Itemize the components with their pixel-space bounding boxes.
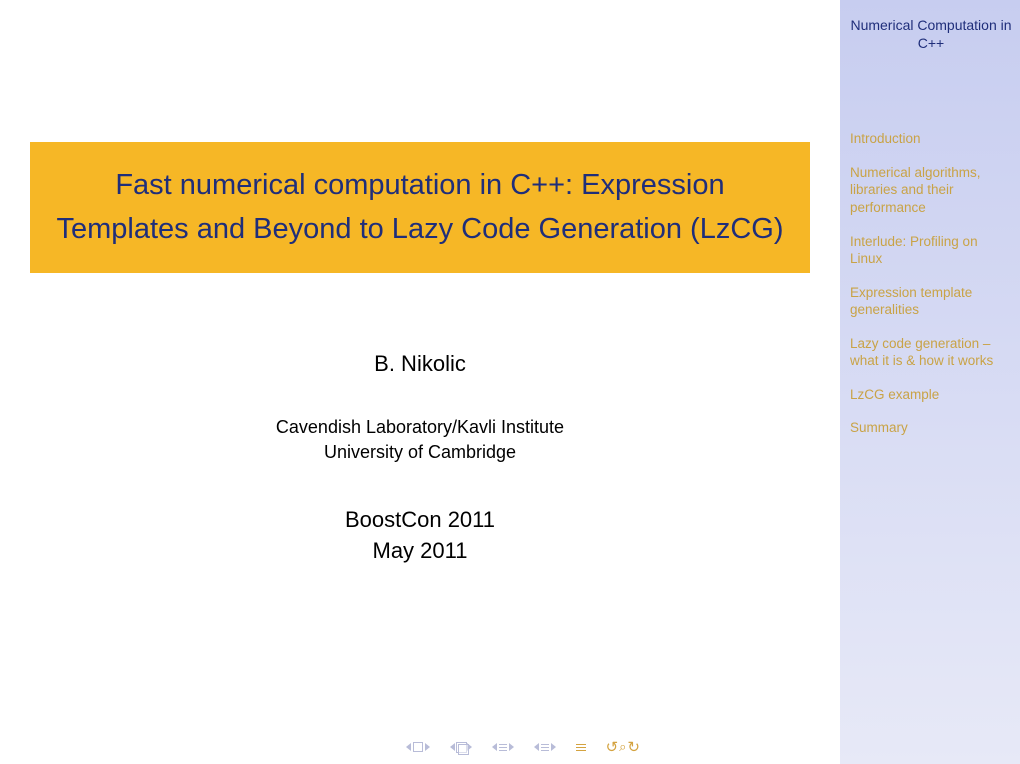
arrow-left-icon	[492, 743, 497, 751]
sidebar-item-summary[interactable]: Summary	[850, 419, 1012, 437]
event-info: BoostCon 2011 May 2011	[345, 505, 495, 567]
nav-frame-button[interactable]	[406, 742, 430, 752]
sidebar-title: Numerical Computation in C++	[850, 16, 1012, 52]
sidebar-item-introduction[interactable]: Introduction	[850, 130, 1012, 148]
sidebar-item-lzcg-example[interactable]: LzCG example	[850, 386, 1012, 404]
arrow-left-icon	[450, 743, 455, 751]
lines-icon	[499, 744, 507, 751]
affiliation-line: Cavendish Laboratory/Kavli Institute	[276, 415, 564, 440]
beamer-nav-controls: ↺ ⌕ ↻	[406, 738, 640, 756]
arrow-right-icon	[551, 743, 556, 751]
search-icon: ⌕	[619, 739, 626, 755]
nav-subsection-button[interactable]	[450, 742, 472, 752]
nav-section-button[interactable]	[492, 743, 514, 751]
lines-icon	[541, 744, 549, 751]
undo-icon: ↺	[606, 738, 619, 756]
event-line: May 2011	[345, 536, 495, 567]
slide-title: Fast numerical computation in C++: Expre…	[30, 142, 810, 273]
nav-back-forward[interactable]: ↺ ⌕ ↻	[606, 738, 640, 756]
redo-icon: ↻	[627, 738, 640, 756]
arrow-left-icon	[406, 743, 411, 751]
affiliation: Cavendish Laboratory/Kavli Institute Uni…	[276, 415, 564, 465]
arrow-left-icon	[534, 743, 539, 751]
arrow-right-icon	[425, 743, 430, 751]
event-line: BoostCon 2011	[345, 505, 495, 536]
arrow-right-icon	[509, 743, 514, 751]
pages-icon	[456, 742, 466, 752]
sidebar-item-numerical-algorithms[interactable]: Numerical algorithms, libraries and thei…	[850, 164, 1012, 217]
nav-toc-button[interactable]	[576, 744, 586, 751]
sidebar-item-lazy-code[interactable]: Lazy code generation – what it is & how …	[850, 335, 1012, 370]
sidebar-item-interlude[interactable]: Interlude: Profiling on Linux	[850, 233, 1012, 268]
sidebar-item-expression-template[interactable]: Expression template generalities	[850, 284, 1012, 319]
author-name: B. Nikolic	[374, 351, 466, 377]
sidebar: Numerical Computation in C++ Introductio…	[840, 0, 1020, 764]
nav-part-button[interactable]	[534, 743, 556, 751]
main-content: Fast numerical computation in C++: Expre…	[0, 0, 840, 764]
affiliation-line: University of Cambridge	[276, 440, 564, 465]
frame-icon	[413, 742, 423, 752]
